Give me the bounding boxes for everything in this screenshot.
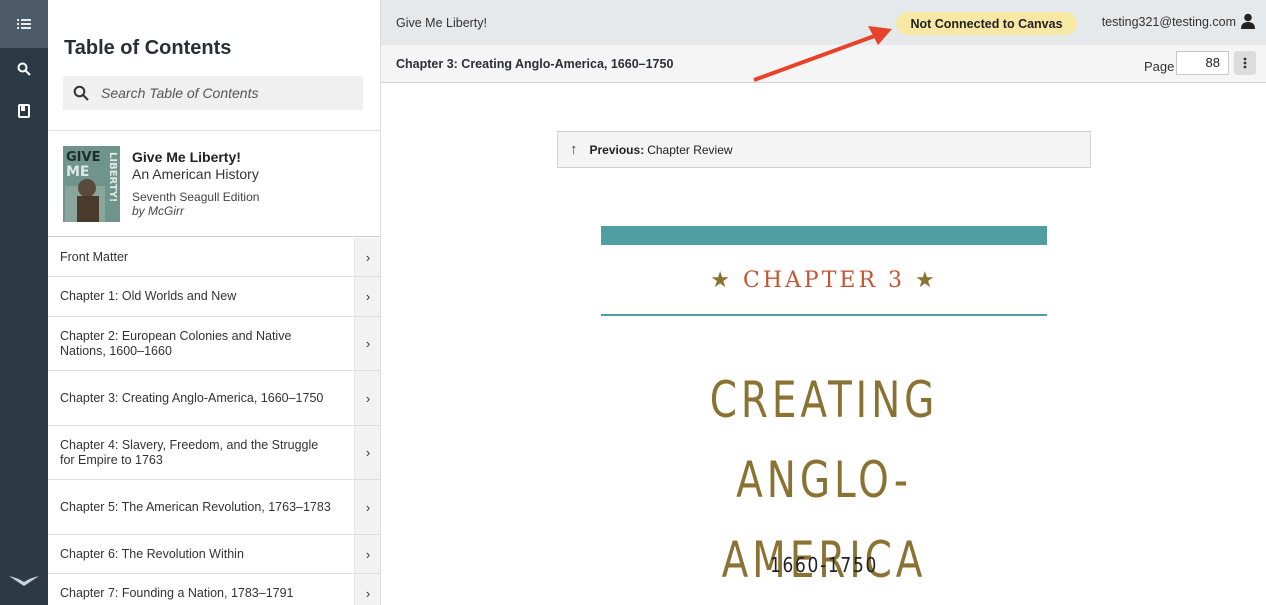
- icon-rail: [0, 0, 48, 605]
- chapter-name: Chapter 3: Creating Anglo-America, 1660–…: [396, 56, 674, 71]
- chapter-number-label: CHAPTER 3: [743, 268, 905, 293]
- toc-item-label: Chapter 6: The Revolution Within: [60, 546, 244, 561]
- svg-text:LIBERTY!: LIBERTY!: [107, 152, 118, 202]
- chapter-years: 1660-1750: [770, 553, 878, 577]
- chevron-right-icon[interactable]: ›: [354, 238, 380, 276]
- toc-panel: Table of Contents Search Table of Conten…: [48, 0, 381, 605]
- book-subtitle: An American History: [132, 166, 259, 182]
- chevron-right-icon[interactable]: ›: [354, 277, 380, 316]
- toc-list: Front Matter › Chapter 1: Old Worlds and…: [48, 238, 380, 605]
- svg-text:GIVE: GIVE: [66, 150, 100, 165]
- chevron-right-icon[interactable]: ›: [354, 371, 380, 425]
- toc-item-label: Chapter 4: Slavery, Freedom, and the Str…: [60, 437, 319, 467]
- toc-item-label: Chapter 2: European Colonies and Native …: [60, 328, 292, 358]
- toc-item-label: Chapter 1: Old Worlds and New: [60, 289, 237, 303]
- toc-item-chapter-6[interactable]: Chapter 6: The Revolution Within ›: [48, 535, 380, 574]
- toc-item-label: Chapter 5: The American Revolution, 1763…: [60, 499, 331, 514]
- previous-section-link[interactable]: ↑ Previous: Chapter Review: [557, 131, 1091, 168]
- chapter-header-bar: [601, 226, 1047, 245]
- toc-item-chapter-3[interactable]: Chapter 3: Creating Anglo-America, 1660–…: [48, 371, 380, 426]
- chapter-title-line-1: CREATING ANGLO-: [709, 371, 939, 509]
- toc-item-label: Chapter 3: Creating Anglo-America, 1660–…: [60, 390, 324, 405]
- toc-item-chapter-2[interactable]: Chapter 2: European Colonies and Native …: [48, 317, 380, 371]
- chevron-right-icon[interactable]: ›: [354, 317, 380, 370]
- chevron-right-icon[interactable]: ›: [354, 574, 380, 605]
- book-edition: Seventh Seagull Edition: [132, 190, 260, 204]
- chapter-label: ★ CHAPTER 3 ★: [601, 268, 1047, 293]
- list-icon: [17, 19, 31, 29]
- book-cover: GIVE ME LIBERTY!: [63, 146, 120, 222]
- page-number-input[interactable]: 88: [1176, 51, 1229, 75]
- vertical-ellipsis-icon: [1243, 57, 1247, 69]
- toc-item-chapter-4[interactable]: Chapter 4: Slavery, Freedom, and the Str…: [48, 426, 380, 480]
- previous-label: Previous:: [589, 142, 645, 157]
- toc-item-chapter-1[interactable]: Chapter 1: Old Worlds and New ›: [48, 277, 380, 317]
- toc-item-chapter-7[interactable]: Chapter 7: Founding a Nation, 1783–1791 …: [48, 574, 380, 605]
- user-icon[interactable]: [1240, 13, 1256, 34]
- book-name: Give Me Liberty!: [396, 15, 488, 30]
- arrow-up-icon: ↑: [570, 141, 578, 158]
- search-button[interactable]: [0, 48, 48, 90]
- search-icon: [73, 85, 89, 101]
- chapter-divider: [601, 314, 1047, 316]
- bookmark-icon: [18, 104, 30, 118]
- star-icon: ★: [915, 268, 938, 293]
- previous-target: Chapter Review: [647, 142, 733, 157]
- bird-logo-icon: [8, 572, 40, 593]
- toc-title: Table of Contents: [64, 37, 232, 59]
- toc-item-chapter-5[interactable]: Chapter 5: The American Revolution, 1763…: [48, 480, 380, 535]
- svg-text:ME: ME: [66, 164, 90, 180]
- red-annotation-arrow-icon: [753, 26, 892, 82]
- toc-item-label: Chapter 7: Founding a Nation, 1783–1791: [60, 586, 294, 600]
- book-info: GIVE ME LIBERTY! Give Me Liberty! An Ame…: [48, 130, 380, 237]
- canvas-status-badge[interactable]: Not Connected to Canvas: [896, 12, 1077, 35]
- chevron-right-icon[interactable]: ›: [354, 535, 380, 573]
- chevron-right-icon[interactable]: ›: [354, 426, 380, 479]
- search-icon: [17, 62, 31, 76]
- toc-toggle-button[interactable]: [0, 0, 48, 48]
- star-icon: ★: [710, 268, 733, 293]
- toc-item-front-matter[interactable]: Front Matter ›: [48, 238, 380, 277]
- user-email[interactable]: testing321@testing.com: [1102, 15, 1236, 29]
- bookmarks-button[interactable]: [0, 90, 48, 132]
- chevron-right-icon[interactable]: ›: [354, 480, 380, 534]
- toc-item-label: Front Matter: [60, 249, 129, 264]
- book-title: Give Me Liberty!: [132, 149, 241, 165]
- book-author: by McGirr: [132, 204, 184, 218]
- page-label: Page: [1144, 59, 1175, 74]
- search-placeholder: Search Table of Contents: [101, 85, 259, 101]
- toc-search-input[interactable]: Search Table of Contents: [63, 76, 363, 110]
- more-options-button[interactable]: [1234, 51, 1256, 75]
